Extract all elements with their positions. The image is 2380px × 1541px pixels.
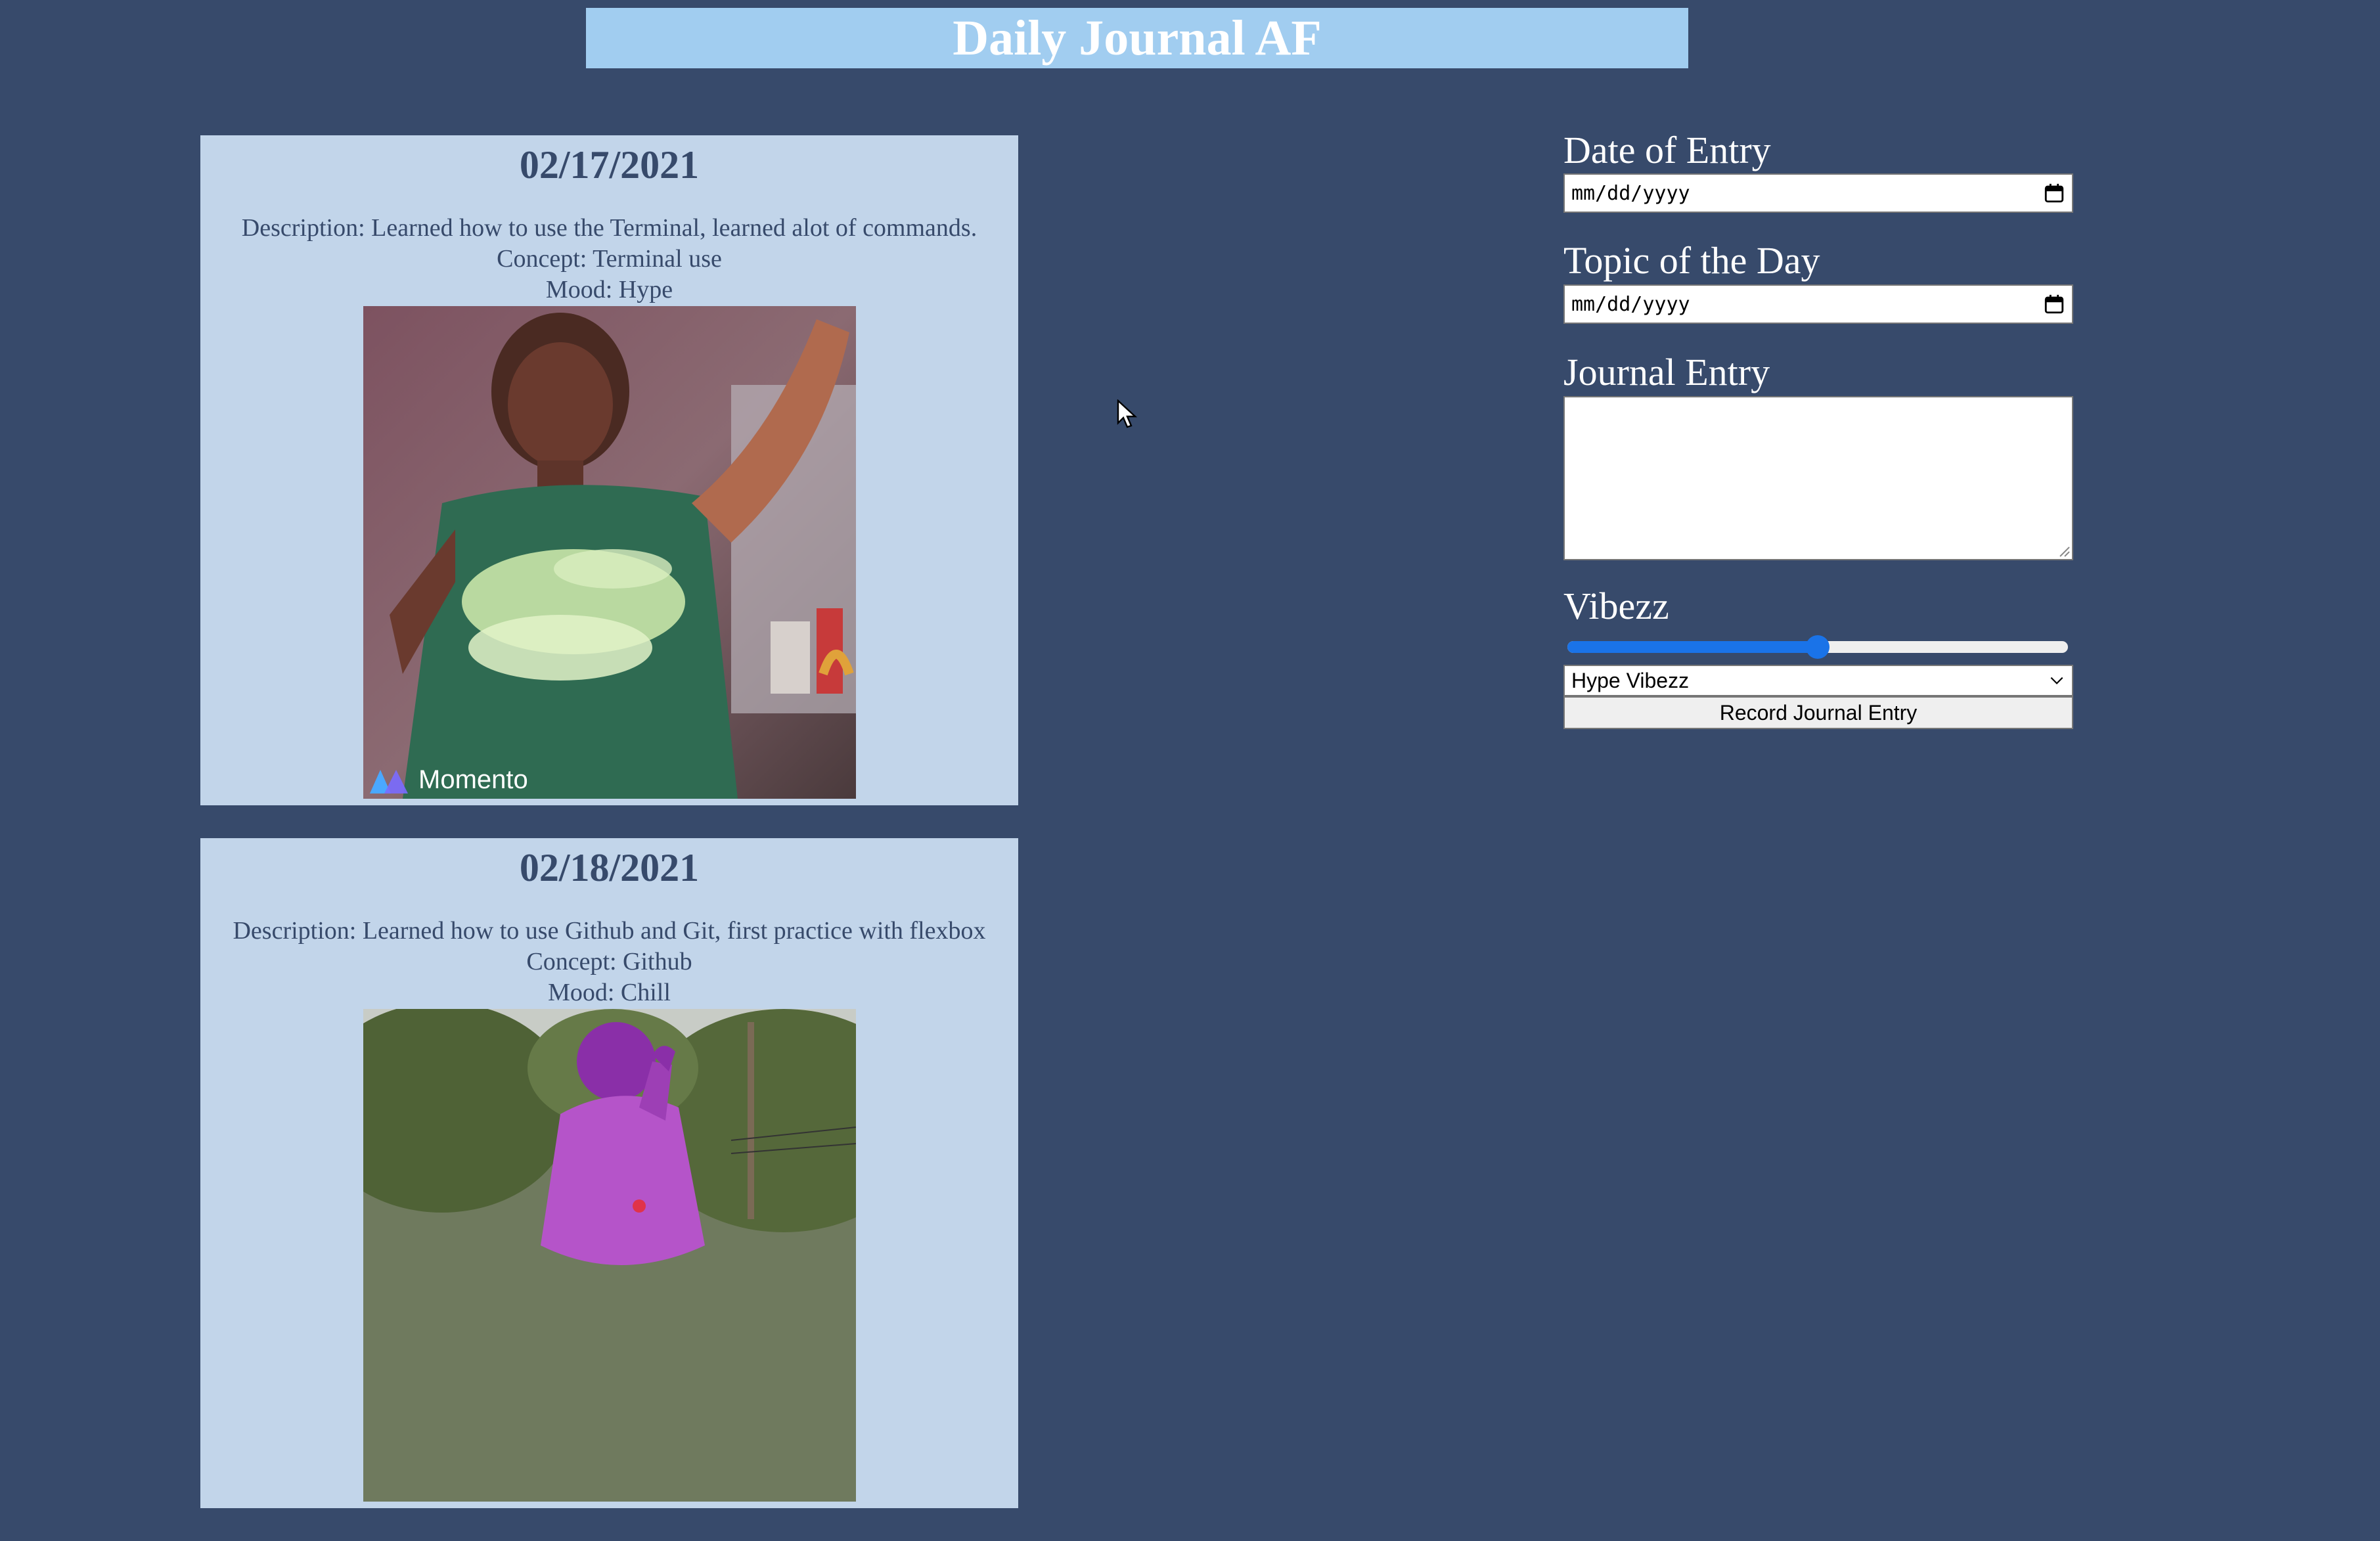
calendar-icon[interactable]: [2043, 182, 2065, 204]
mood-select[interactable]: Hype Vibezz: [1563, 665, 2073, 696]
journal-entries-list: 02/17/2021 Description: Learned how to u…: [200, 135, 1018, 1541]
vibezz-slider-fill: [1567, 641, 1818, 653]
entry-gif: [363, 1009, 856, 1502]
journal-entry-card: 02/18/2021 Description: Learned how to u…: [200, 838, 1018, 1508]
entry-concept: Concept: Terminal use: [497, 245, 722, 273]
entry-mood: Mood: Chill: [548, 979, 671, 1006]
chevron-down-icon: [2050, 677, 2063, 684]
date-placeholder: mm/dd/yyyy: [1571, 181, 1690, 205]
date-of-entry-label: Date of Entry: [1563, 129, 1771, 171]
resize-grip-icon[interactable]: [2056, 543, 2071, 558]
vibezz-label: Vibezz: [1563, 585, 1669, 627]
watermark-text: Momento: [418, 765, 528, 794]
entry-description: Description: Learned how to use the Term…: [241, 214, 977, 242]
date-of-entry-input[interactable]: mm/dd/yyyy: [1563, 173, 2073, 213]
entry-concept: Concept: Github: [526, 948, 692, 975]
vibezz-slider-thumb[interactable]: [1806, 635, 1830, 659]
mouse-pointer-icon: [1117, 399, 1138, 428]
calendar-icon[interactable]: [2043, 293, 2065, 315]
app-header: Daily Journal AF: [586, 8, 1688, 68]
page-title: Daily Journal AF: [953, 11, 1322, 66]
vibezz-slider[interactable]: [1567, 635, 2068, 659]
topic-placeholder: mm/dd/yyyy: [1571, 292, 1690, 316]
entry-description: Description: Learned how to use Github a…: [233, 917, 986, 945]
gif-watermark: Momento: [370, 765, 528, 795]
entry-mood: Mood: Hype: [545, 276, 673, 303]
entry-gif: Momento: [363, 306, 856, 799]
mood-select-value: Hype Vibezz: [1571, 668, 1690, 692]
topic-of-the-day-input[interactable]: mm/dd/yyyy: [1563, 284, 2073, 324]
journal-entry-textarea[interactable]: [1563, 396, 2073, 560]
record-journal-entry-button[interactable]: Record Journal Entry: [1563, 696, 2073, 729]
journal-entry-label: Journal Entry: [1563, 351, 1770, 393]
entry-date: 02/18/2021: [519, 846, 700, 889]
journal-entry-card: 02/17/2021 Description: Learned how to u…: [200, 135, 1018, 805]
entry-date: 02/17/2021: [519, 143, 700, 187]
topic-of-the-day-label: Topic of the Day: [1563, 239, 1820, 282]
momento-logo-icon: [370, 769, 408, 793]
